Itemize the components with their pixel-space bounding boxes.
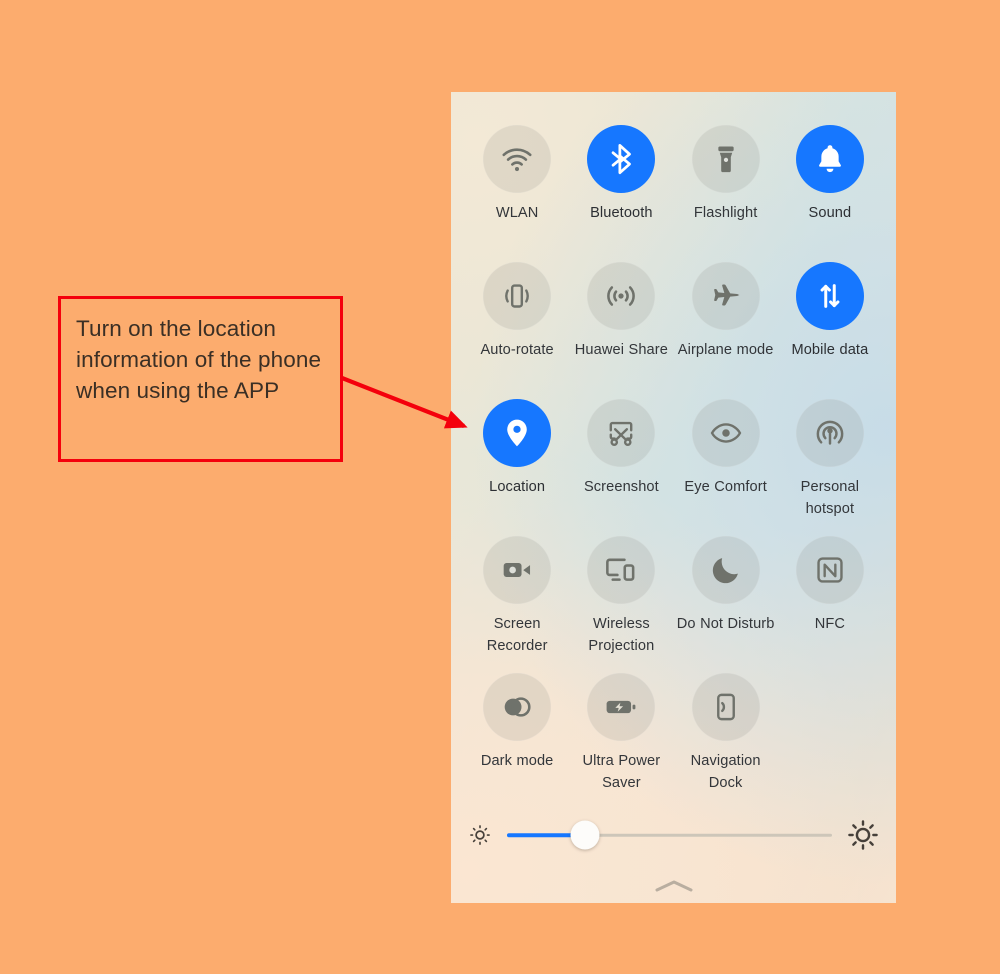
brightness-slider-thumb[interactable] (570, 820, 600, 850)
wifi-icon (502, 148, 532, 172)
toggle-location[interactable]: Location (465, 399, 569, 536)
airplane-icon (713, 284, 739, 306)
toggle-wlan-circle[interactable] (483, 125, 552, 193)
toggle-grid-empty-slot (778, 673, 882, 810)
screenshot-scissors-icon (609, 421, 633, 446)
toggle-airplane-mode[interactable]: Airplane mode (674, 262, 778, 399)
toggle-personal-hotspot-label: Personal hotspot (800, 479, 860, 517)
toggle-personal-hotspot[interactable]: Personal hotspot (778, 399, 882, 536)
toggle-bluetooth[interactable]: Bluetooth (569, 125, 673, 262)
toggle-bluetooth-circle[interactable] (587, 125, 656, 193)
auto-rotate-icon (505, 284, 529, 308)
battery-bolt-icon (606, 700, 636, 714)
toggle-airplane-mode-label: Airplane mode (677, 342, 774, 358)
toggle-sound-circle[interactable] (795, 125, 864, 193)
toggle-do-not-disturb-label: Do Not Disturb (676, 616, 775, 632)
annotation-callout-box: Turn on the location information of the … (58, 296, 343, 462)
toggle-navigation-dock-circle[interactable] (691, 673, 760, 741)
brightness-high-icon (848, 820, 878, 850)
bluetooth-icon (612, 144, 632, 175)
toggle-navigation-dock[interactable]: Navigation Dock (674, 673, 778, 810)
toggle-eye-comfort-label: Eye Comfort (684, 479, 767, 495)
brightness-control (451, 813, 896, 857)
panel-collapse-handle[interactable] (644, 875, 704, 897)
mobile-data-icon (820, 284, 840, 308)
toggle-sound-label: Sound (808, 205, 852, 221)
huawei-share-icon (607, 286, 636, 306)
toggle-nfc[interactable]: NFC (778, 536, 882, 673)
toggle-bluetooth-label: Bluetooth (590, 205, 653, 221)
brightness-low-icon (470, 825, 490, 845)
toggle-huawei-share-circle[interactable] (587, 262, 656, 330)
toggle-screenshot-label: Screenshot (583, 479, 659, 495)
bell-icon (818, 145, 841, 173)
quick-settings-grid: WLAN Bluetooth Flashlight Sound Auto-rot… (451, 92, 896, 810)
toggle-screen-recorder-circle[interactable] (483, 536, 552, 604)
toggle-screen-recorder-label: Screen Recorder (486, 616, 548, 654)
toggle-eye-comfort-circle[interactable] (691, 399, 760, 467)
toggle-nfc-label: NFC (814, 616, 846, 632)
toggle-ultra-power-saver-label: Ultra Power Saver (582, 753, 661, 791)
chevron-up-icon (655, 880, 692, 892)
toggle-screenshot-circle[interactable] (587, 399, 656, 467)
toggle-flashlight-circle[interactable] (691, 125, 760, 193)
control-panel: WLAN Bluetooth Flashlight Sound Auto-rot… (451, 92, 896, 903)
toggle-auto-rotate-label: Auto-rotate (480, 342, 554, 358)
toggle-flashlight-label: Flashlight (693, 205, 758, 221)
annotation-callout-text: Turn on the location information of the … (76, 316, 322, 403)
toggle-do-not-disturb-circle[interactable] (691, 536, 760, 604)
toggle-location-label: Location (489, 479, 546, 495)
toggle-do-not-disturb[interactable]: Do Not Disturb (674, 536, 778, 673)
toggle-auto-rotate-circle[interactable] (483, 262, 552, 330)
toggle-mobile-data-label: Mobile data (791, 342, 869, 358)
navigation-dock-icon (716, 693, 735, 721)
toggle-wlan-label: WLAN (495, 205, 539, 221)
video-camera-icon (503, 563, 531, 577)
location-pin-icon (507, 419, 527, 447)
toggle-sound[interactable]: Sound (778, 125, 882, 262)
toggle-wireless-projection-circle[interactable] (587, 536, 656, 604)
toggle-dark-mode[interactable]: Dark mode (465, 673, 569, 810)
toggle-screen-recorder[interactable]: Screen Recorder (465, 536, 569, 673)
cast-screen-icon (606, 558, 635, 581)
eye-icon (710, 423, 741, 443)
toggle-huawei-share[interactable]: Huawei Share (569, 262, 673, 399)
nfc-icon (817, 557, 843, 583)
toggle-dark-mode-label: Dark mode (480, 753, 554, 769)
toggle-airplane-mode-circle[interactable] (691, 262, 760, 330)
dark-mode-icon (504, 697, 531, 717)
toggle-dark-mode-circle[interactable] (483, 673, 552, 741)
toggle-nfc-circle[interactable] (795, 536, 864, 604)
toggle-ultra-power-saver-circle[interactable] (587, 673, 656, 741)
toggle-mobile-data[interactable]: Mobile data (778, 262, 882, 399)
toggle-navigation-dock-label: Navigation Dock (690, 753, 761, 791)
toggle-wireless-projection-label: Wireless Projection (588, 616, 655, 654)
moon-icon (712, 558, 738, 584)
toggle-eye-comfort[interactable]: Eye Comfort (674, 399, 778, 536)
toggle-personal-hotspot-circle[interactable] (795, 399, 864, 467)
toggle-wireless-projection[interactable]: Wireless Projection (569, 536, 673, 673)
toggle-huawei-share-label: Huawei Share (574, 342, 668, 358)
toggle-wlan[interactable]: WLAN (465, 125, 569, 262)
flashlight-icon (717, 146, 734, 173)
toggle-screenshot[interactable]: Screenshot (569, 399, 673, 536)
toggle-auto-rotate[interactable]: Auto-rotate (465, 262, 569, 399)
annotation-arrow-line (341, 376, 468, 429)
hotspot-icon (816, 420, 844, 445)
toggle-ultra-power-saver[interactable]: Ultra Power Saver (569, 673, 673, 810)
toggle-location-circle[interactable] (483, 399, 552, 467)
toggle-mobile-data-circle[interactable] (795, 262, 864, 330)
toggle-flashlight[interactable]: Flashlight (674, 125, 778, 262)
brightness-slider[interactable] (507, 820, 832, 850)
